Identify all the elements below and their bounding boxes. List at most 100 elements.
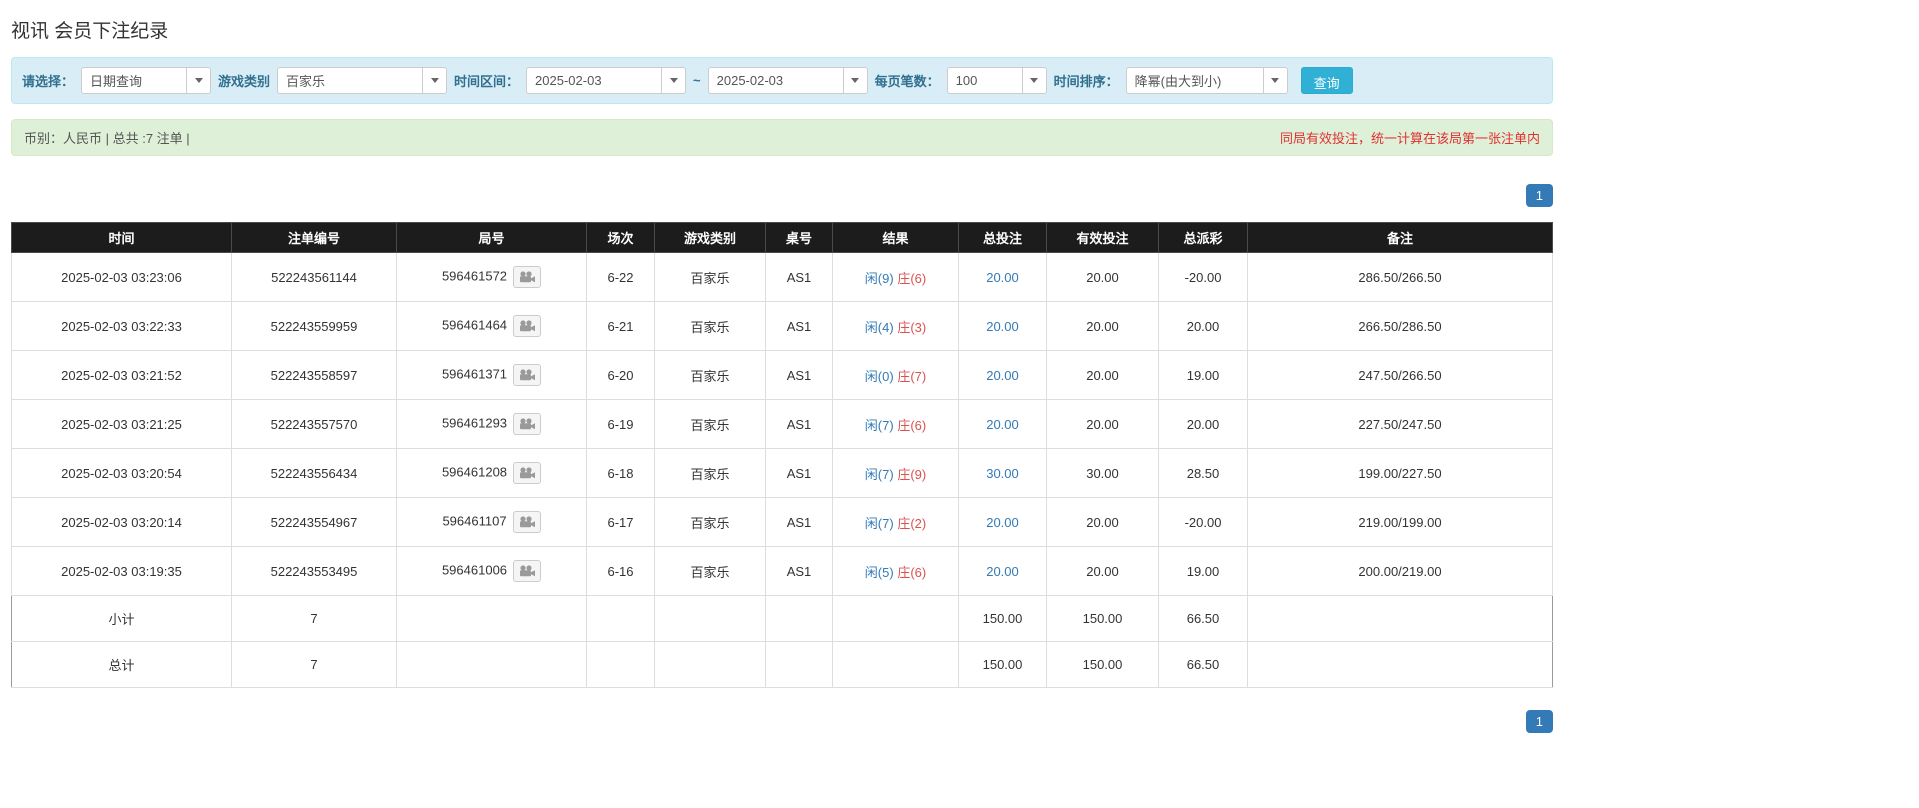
- video-replay-button[interactable]: [513, 560, 542, 582]
- cell-note: 247.50/266.50: [1247, 350, 1553, 400]
- subtotal-label: 小计: [11, 595, 232, 642]
- date-to-dropdown-button[interactable]: [842, 68, 867, 93]
- col-header-time: 时间: [11, 222, 232, 253]
- cell-table-no: AS1: [765, 301, 833, 351]
- video-camera-icon: [520, 565, 536, 577]
- total-bet-link[interactable]: 20.00: [986, 564, 1019, 579]
- time-sort-select[interactable]: 降幂(由大到小): [1125, 67, 1288, 94]
- cell-table-no: AS1: [765, 350, 833, 400]
- total-bet-link[interactable]: 20.00: [986, 319, 1019, 334]
- bet-records-table: 时间 注单编号 局号 场次 游戏类别 桌号 结果 总投注 有效投注 总派彩 备注…: [11, 222, 1553, 688]
- total-bet-link[interactable]: 20.00: [986, 368, 1019, 383]
- query-type-select[interactable]: 日期查询: [81, 67, 212, 94]
- result-banker: 庄(6): [897, 270, 927, 286]
- cell-valid-bet: 20.00: [1046, 399, 1159, 449]
- video-replay-button[interactable]: [513, 462, 542, 484]
- total-count: 7: [231, 641, 397, 688]
- cell-round: 596461293: [396, 399, 587, 449]
- total-bet-link[interactable]: 30.00: [986, 466, 1019, 481]
- total-bet-link[interactable]: 20.00: [986, 270, 1019, 285]
- per-page-value: 100: [955, 73, 978, 88]
- cell-result: 闲(0) 庄(7): [832, 350, 959, 400]
- cell-table-no: AS1: [765, 546, 833, 596]
- summary-note: 同局有效投注，统一计算在该局第一张注单内: [1279, 131, 1540, 146]
- total-bet-link[interactable]: 20.00: [986, 417, 1019, 432]
- query-type-dropdown-button[interactable]: [186, 68, 211, 93]
- per-page-select[interactable]: 100: [946, 67, 1047, 94]
- cell-result: 闲(5) 庄(6): [832, 546, 959, 596]
- game-type-label: 游戏类别: [218, 74, 271, 89]
- table-row: 2025-02-03 03:20:54 522243556434 5964612…: [11, 448, 1553, 498]
- cell-payout: 19.00: [1158, 350, 1248, 400]
- cell-note: 286.50/266.50: [1247, 252, 1553, 302]
- total-valid-bet: 150.00: [1046, 641, 1159, 688]
- cell-table-no: AS1: [765, 497, 833, 547]
- col-header-total-bet: 总投注: [958, 222, 1047, 253]
- cell-time: 2025-02-03 03:21:52: [11, 350, 232, 400]
- page-title: 视讯 会员下注纪录: [11, 21, 169, 42]
- time-sort-label: 时间排序：: [1053, 74, 1119, 89]
- result-banker: 庄(2): [897, 515, 927, 531]
- video-replay-button[interactable]: [513, 413, 542, 435]
- total-total-bet: 150.00: [958, 641, 1047, 688]
- game-type-select[interactable]: 百家乐: [277, 67, 448, 94]
- per-page-dropdown-button[interactable]: [1021, 68, 1046, 93]
- cell-note: 266.50/286.50: [1247, 301, 1553, 351]
- result-player: 闲(0): [864, 368, 894, 384]
- cell-round: 596461572: [396, 252, 587, 302]
- round-number: 596461464: [441, 317, 508, 333]
- cell-table-no: AS1: [765, 399, 833, 449]
- date-range-separator: ~: [693, 73, 701, 88]
- cell-result: 闲(9) 庄(6): [832, 252, 959, 302]
- cell-valid-bet: 20.00: [1046, 350, 1159, 400]
- col-header-result: 结果: [832, 222, 959, 253]
- cell-bet-id: 522243553495: [231, 546, 397, 596]
- cell-round: 596461006: [396, 546, 587, 596]
- page-1-button[interactable]: 1: [1525, 710, 1553, 733]
- summary-bar: 币别：人民币 | 总共 :7 注单 | 同局有效投注，统一计算在该局第一张注单内: [11, 119, 1553, 156]
- total-label: 总计: [11, 641, 232, 688]
- cell-session: 6-21: [586, 301, 655, 351]
- round-number: 596461107: [442, 513, 507, 529]
- cell-table-no: AS1: [765, 252, 833, 302]
- game-type-dropdown-button[interactable]: [422, 68, 447, 93]
- total-row: 总计 7 150.00 150.00 66.50: [11, 641, 1553, 688]
- video-camera-icon: [520, 467, 536, 479]
- result-player: 闲(7): [864, 466, 894, 482]
- result-banker: 庄(3): [897, 319, 927, 335]
- total-bet-link[interactable]: 20.00: [986, 515, 1019, 530]
- cell-total-bet: 20.00: [958, 350, 1047, 400]
- page-content: 视讯 会员下注纪录 请选择： 日期查询 游戏类别 百家乐 时间区间： 2025-…: [11, 16, 1553, 733]
- time-sort-dropdown-button[interactable]: [1262, 68, 1287, 93]
- date-from-select[interactable]: 2025-02-03: [526, 67, 687, 94]
- cell-result: 闲(7) 庄(2): [832, 497, 959, 547]
- cell-game-type: 百家乐: [654, 546, 766, 596]
- chevron-down-icon: [851, 78, 860, 83]
- col-header-valid-bet: 有效投注: [1046, 222, 1159, 253]
- cell-note: 227.50/247.50: [1247, 399, 1553, 449]
- video-replay-button[interactable]: [513, 266, 542, 288]
- table-row: 2025-02-03 03:20:14 522243554967 5964611…: [11, 497, 1553, 547]
- cell-game-type: 百家乐: [654, 497, 766, 547]
- cell-bet-id: 522243559959: [231, 301, 397, 351]
- date-from-dropdown-button[interactable]: [661, 68, 686, 93]
- search-button[interactable]: 查询: [1300, 67, 1353, 94]
- table-header: 时间 注单编号 局号 场次 游戏类别 桌号 结果 总投注 有效投注 总派彩 备注: [11, 222, 1553, 253]
- video-replay-button[interactable]: [513, 315, 542, 337]
- video-replay-button[interactable]: [512, 511, 541, 533]
- video-camera-icon: [520, 369, 536, 381]
- chevron-down-icon: [1030, 78, 1039, 83]
- date-to-value: 2025-02-03: [716, 73, 784, 88]
- date-to-select[interactable]: 2025-02-03: [707, 67, 868, 94]
- cell-total-bet: 20.00: [958, 399, 1047, 449]
- result-banker: 庄(6): [897, 417, 927, 433]
- time-sort-value: 降幂(由大到小): [1134, 74, 1222, 89]
- cell-bet-id: 522243557570: [231, 399, 397, 449]
- video-replay-button[interactable]: [513, 364, 542, 386]
- cell-total-bet: 20.00: [958, 497, 1047, 547]
- result-banker: 庄(6): [897, 564, 927, 580]
- round-number: 596461006: [441, 562, 508, 578]
- cell-bet-id: 522243561144: [231, 252, 397, 302]
- page-1-button[interactable]: 1: [1525, 184, 1553, 207]
- table-row: 2025-02-03 03:23:06 522243561144 5964615…: [11, 252, 1553, 302]
